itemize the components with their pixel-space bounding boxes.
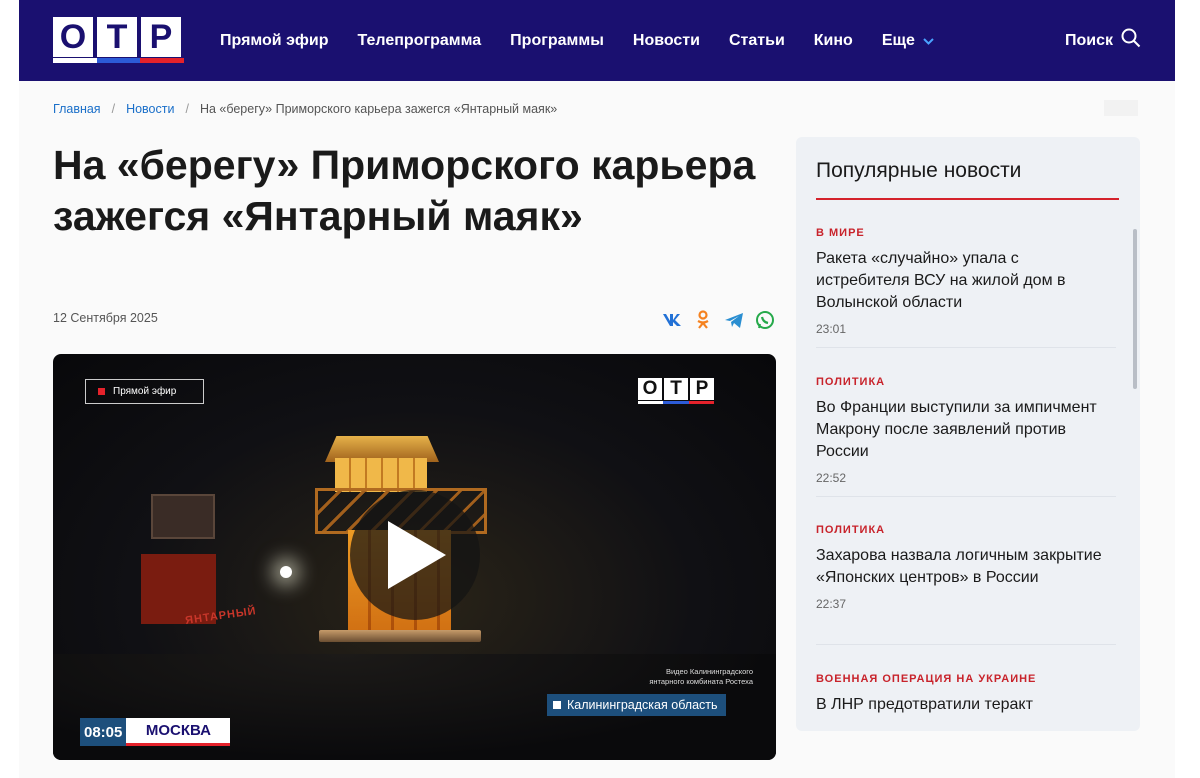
- vk-icon[interactable]: [661, 308, 682, 332]
- news-time: 22:52: [816, 471, 847, 485]
- logo-stripes: [53, 58, 185, 63]
- article-title: На «берегу» Приморского карьера зажегся …: [53, 142, 756, 239]
- region-caption: Калининградская область: [547, 694, 726, 716]
- region-square-icon: [553, 701, 561, 709]
- breadcrumb-separator: /: [111, 102, 116, 116]
- logo-stripe-blue: [96, 58, 141, 63]
- lighthouse-base: [319, 630, 481, 642]
- news-category[interactable]: ПОЛИТИКА: [816, 524, 1106, 536]
- lighthouse-lantern: [335, 458, 427, 492]
- nav-more-label: Еще: [881, 31, 915, 49]
- breadcrumb-separator: /: [185, 102, 189, 116]
- news-divider: [816, 496, 1116, 497]
- logo-stripe-red: [140, 58, 185, 63]
- live-badge: Прямой эфир: [85, 379, 204, 404]
- site-header: О Т Р Прямой эфир Телепрограмма Программ…: [19, 0, 1175, 81]
- main-nav: Прямой эфир Телепрограмма Программы Ново…: [220, 0, 963, 81]
- sidebar-scrollbar[interactable]: [1133, 229, 1137, 389]
- popular-news-title: Популярные новости: [816, 159, 1022, 182]
- news-divider: [816, 347, 1116, 348]
- nav-item-news[interactable]: Новости: [633, 32, 700, 50]
- video-logo-stripe: [663, 401, 689, 404]
- logo-stripe-white: [53, 58, 97, 63]
- news-item[interactable]: ВОЕННАЯ ОПЕРАЦИЯ НА УКРАИНЕ В ЛНР предот…: [816, 673, 1106, 716]
- share-bar: [661, 308, 775, 332]
- news-headline[interactable]: Ракета «случайно» упала с истребителя ВС…: [816, 248, 1106, 314]
- breadcrumb-current: На «берегу» Приморского карьера зажегся …: [199, 102, 558, 116]
- nav-item-live[interactable]: Прямой эфир: [220, 32, 329, 50]
- whatsapp-icon[interactable]: [754, 308, 775, 332]
- logo-letter: Р: [141, 17, 181, 57]
- video-logo: О Т Р: [638, 378, 714, 400]
- video-credit-line: янтарного комбината Ростеха: [649, 677, 753, 686]
- news-item[interactable]: ПОЛИТИКА Во Франции выступили за импичме…: [816, 376, 1106, 485]
- page: О Т Р Прямой эфир Телепрограмма Программ…: [19, 0, 1175, 778]
- search-button[interactable]: Поиск: [1065, 0, 1141, 81]
- chevron-down-icon: [923, 34, 934, 48]
- news-headline[interactable]: Захарова назвала логичным закрытие «Япон…: [816, 545, 1106, 589]
- nav-item-articles[interactable]: Статьи: [729, 32, 785, 50]
- video-scene-board: [151, 494, 215, 539]
- news-divider: [816, 644, 1116, 645]
- news-headline[interactable]: В ЛНР предотвратили теракт: [816, 694, 1106, 716]
- breadcrumb-news[interactable]: Новости: [126, 102, 174, 116]
- nav-item-tv-schedule[interactable]: Телепрограмма: [358, 32, 482, 50]
- breadcrumb-home[interactable]: Главная: [53, 102, 101, 116]
- region-label: Калининградская область: [567, 698, 718, 712]
- search-icon: [1113, 28, 1141, 53]
- video-logo-stripe: [638, 401, 664, 404]
- video-logo-stripes: [638, 401, 714, 404]
- article-date: 12 Сентября 2025: [53, 311, 158, 325]
- nav-item-programs[interactable]: Программы: [510, 32, 604, 50]
- video-logo-letter: О: [638, 378, 662, 400]
- live-dot-icon: [98, 388, 105, 395]
- logo-letter: О: [53, 17, 93, 57]
- video-scene-lamp: [280, 566, 292, 578]
- logo-letter: Т: [97, 17, 137, 57]
- telegram-icon[interactable]: [723, 308, 744, 332]
- news-category[interactable]: В МИРЕ: [816, 227, 1106, 239]
- placeholder-box: [1104, 100, 1138, 116]
- video-logo-letter: Т: [664, 378, 688, 400]
- play-button[interactable]: [350, 490, 480, 620]
- nav-item-more[interactable]: Еще: [882, 32, 934, 50]
- news-item[interactable]: В МИРЕ Ракета «случайно» упала с истреби…: [816, 227, 1106, 336]
- news-category[interactable]: ПОЛИТИКА: [816, 376, 1106, 388]
- video-credit-line: Видео Калининградского: [665, 667, 753, 676]
- news-headline[interactable]: Во Франции выступили за импичмент Макрон…: [816, 397, 1106, 463]
- odnoklassniki-icon[interactable]: [692, 308, 713, 332]
- broadcast-time: 08:05: [80, 718, 127, 746]
- news-category[interactable]: ВОЕННАЯ ОПЕРАЦИЯ НА УКРАИНЕ: [816, 673, 1106, 685]
- video-logo-letter: Р: [690, 378, 714, 400]
- breadcrumb: Главная / Новости / На «берегу» Приморск…: [53, 102, 557, 116]
- video-logo-stripe: [688, 401, 714, 404]
- live-badge-label: Прямой эфир: [113, 386, 177, 397]
- nav-item-cinema[interactable]: Кино: [814, 32, 853, 50]
- search-label: Поиск: [1064, 31, 1113, 49]
- news-item[interactable]: ПОЛИТИКА Захарова назвала логичным закры…: [816, 524, 1106, 611]
- broadcast-clock: 08:05 МОСКВА: [80, 718, 231, 746]
- news-time: 23:01: [816, 322, 847, 336]
- video-credit: Видео Калининградского янтарного комбина…: [613, 667, 753, 687]
- broadcast-city: МОСКВА: [126, 718, 231, 746]
- popular-news-underline: [816, 198, 1119, 200]
- otr-logo[interactable]: О Т Р: [53, 17, 181, 57]
- video-player[interactable]: ЯНТАРНЫЙ Прямой эфир О Т Р Видео Калинин…: [53, 354, 776, 760]
- news-time: 22:37: [816, 597, 847, 611]
- popular-news-panel: Популярные новости В МИРЕ Ракета «случай…: [796, 137, 1140, 731]
